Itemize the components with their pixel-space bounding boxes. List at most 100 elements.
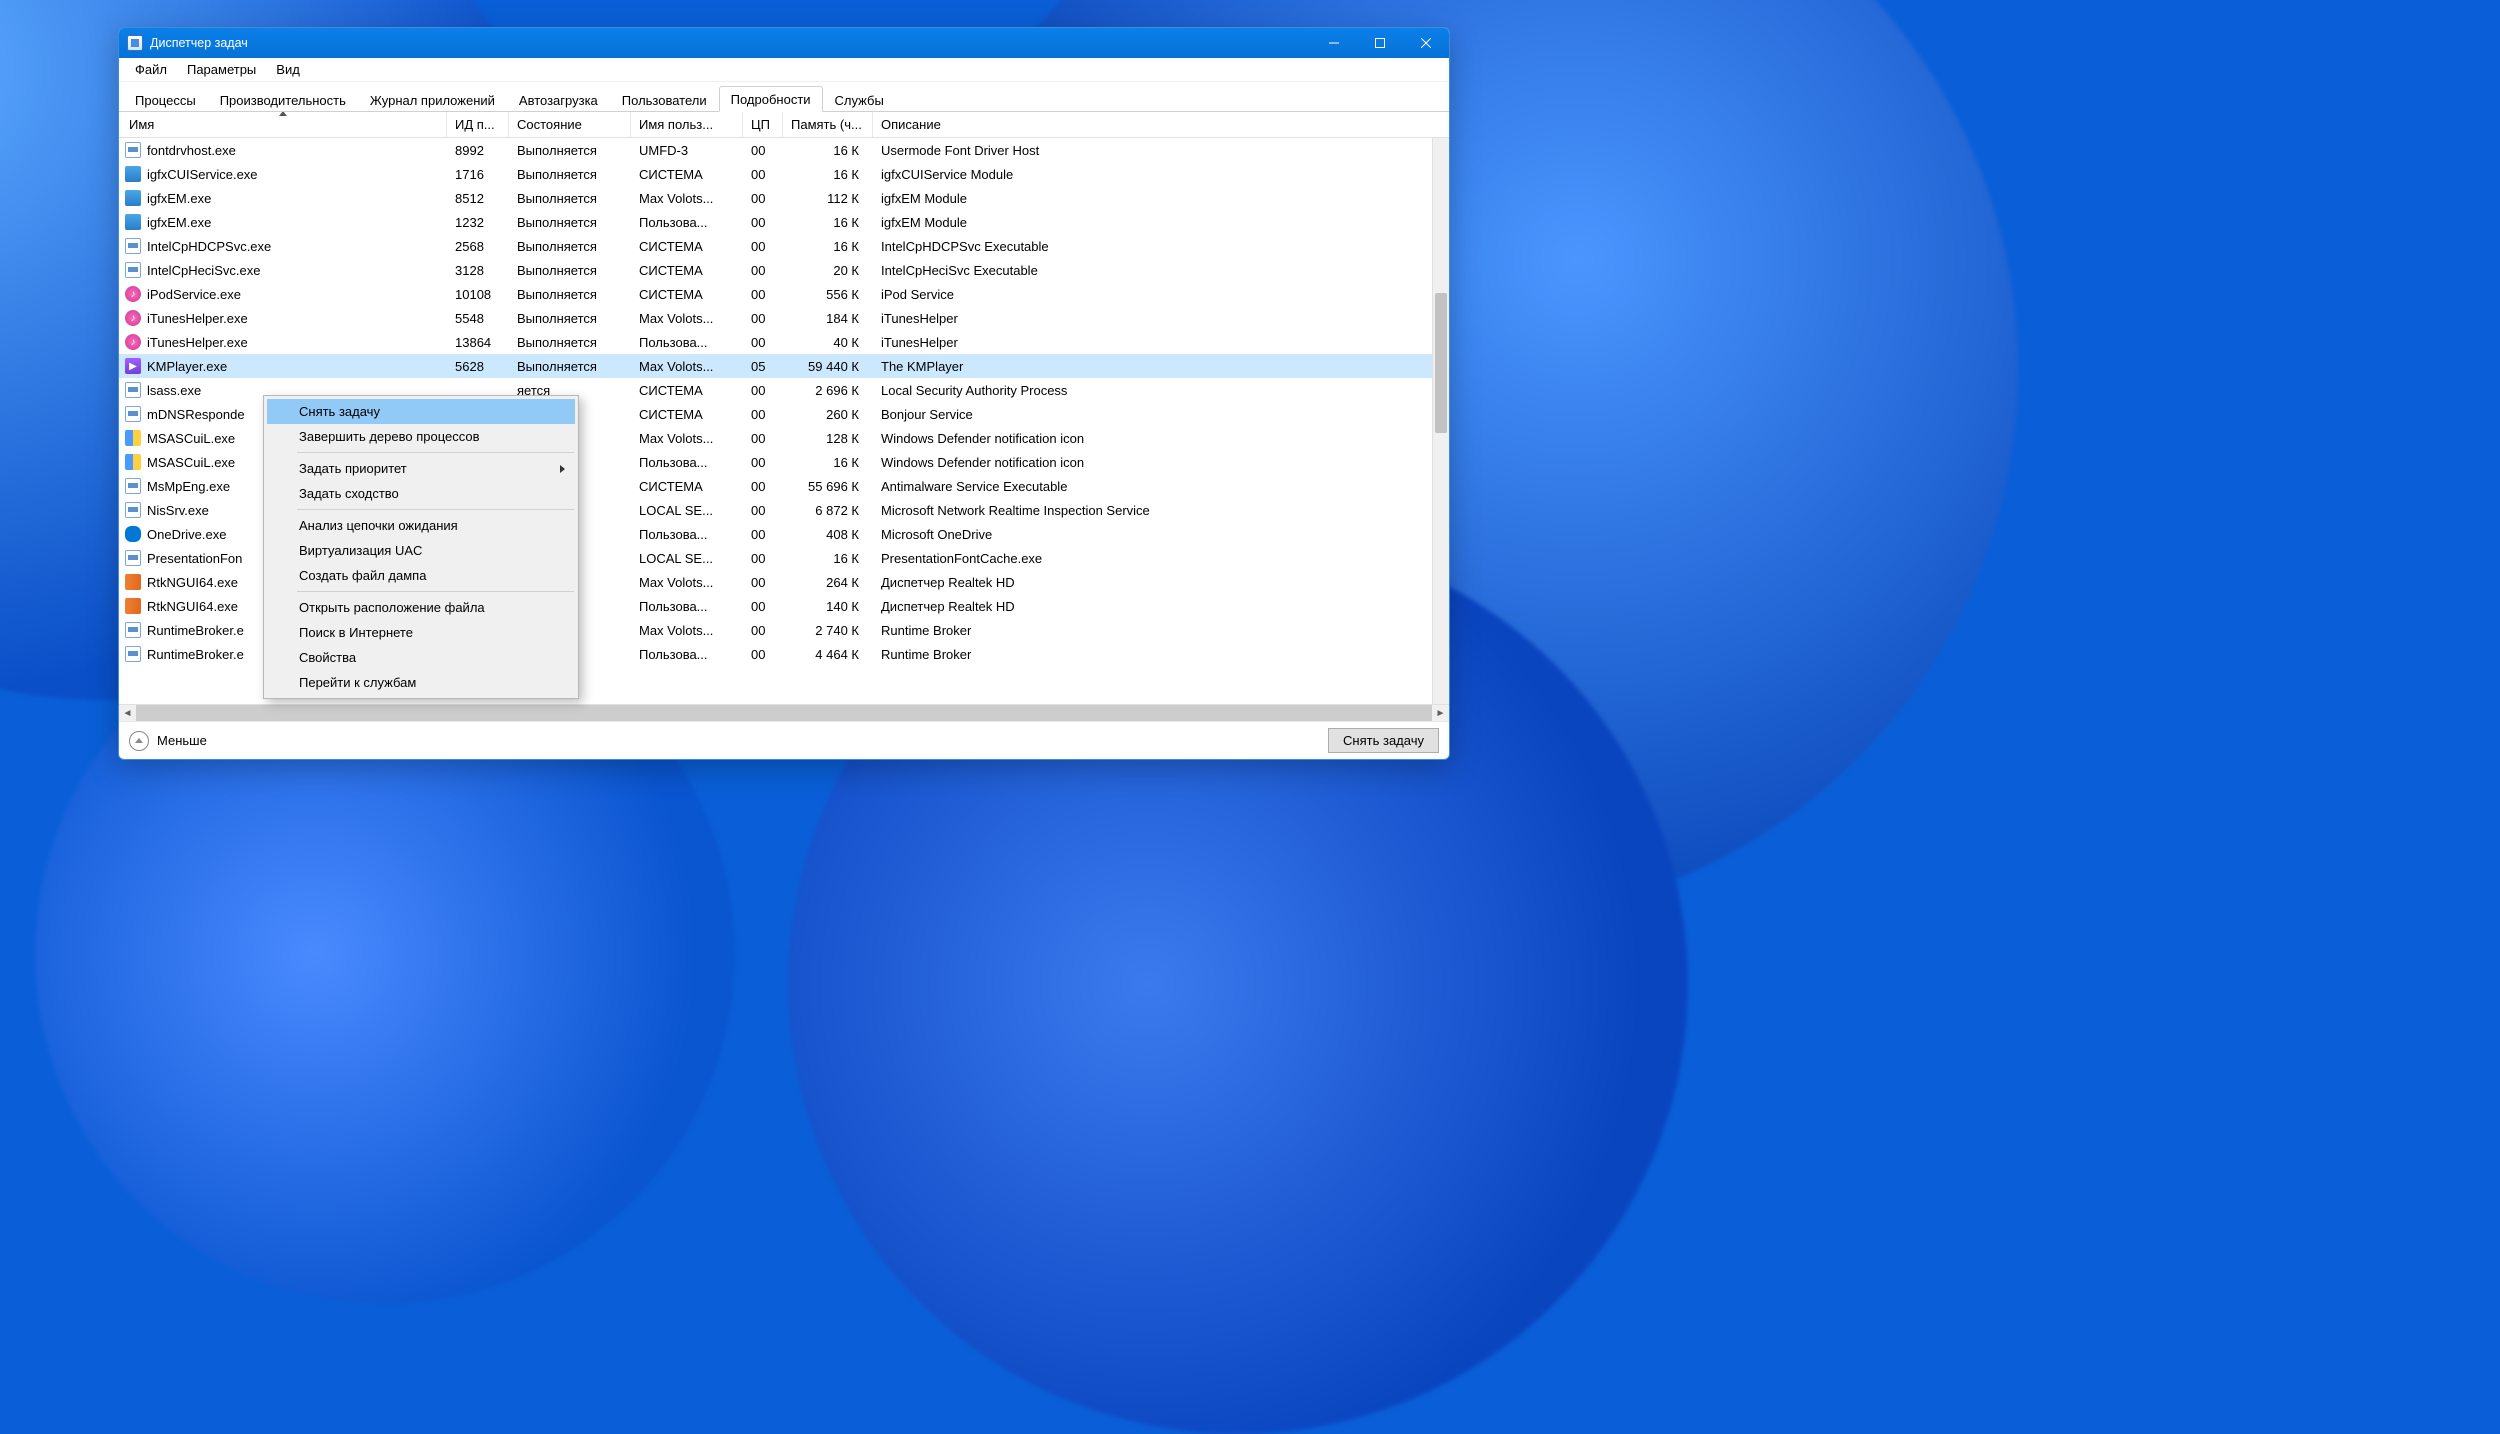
menu-options[interactable]: Параметры [177,60,266,79]
context-menu-item[interactable]: Анализ цепочки ожидания [267,513,575,538]
context-menu-item[interactable]: Открыть расположение файла [267,595,575,620]
process-icon [125,430,141,446]
table-row[interactable]: igfxCUIService.exe1716ВыполняетсяСИСТЕМА… [119,162,1449,186]
cell-cpu: 00 [743,287,783,302]
cell-cpu: 00 [743,431,783,446]
table-row[interactable]: ♪iTunesHelper.exe5548ВыполняетсяMax Volo… [119,306,1449,330]
chevron-up-icon [129,731,149,751]
process-icon: ♪ [125,286,141,302]
cell-memory: 16 К [783,215,873,230]
horizontal-scrollbar[interactable]: ◄ ► [119,704,1449,721]
tab-startup[interactable]: Автозагрузка [507,87,610,112]
process-icon [125,406,141,422]
process-name: igfxEM.exe [147,215,211,230]
cell-description: The KMPlayer [873,359,1449,374]
cell-memory: 16 К [783,455,873,470]
col-header-cpu[interactable]: ЦП [743,112,783,137]
cell-pid: 2568 [447,239,509,254]
table-row[interactable]: ♪iTunesHelper.exe13864ВыполняетсяПользов… [119,330,1449,354]
cell-user: Пользова... [631,527,743,542]
cell-memory: 16 К [783,143,873,158]
cell-description: Local Security Authority Process [873,383,1449,398]
cell-state: Выполняется [509,215,631,230]
col-header-user[interactable]: Имя польз... [631,112,743,137]
process-icon [125,238,141,254]
cell-description: Antimalware Service Executable [873,479,1449,494]
cell-state: Выполняется [509,359,631,374]
tab-app-history[interactable]: Журнал приложений [358,87,507,112]
tab-performance[interactable]: Производительность [208,87,358,112]
table-row[interactable]: IntelCpHDCPSvc.exe2568ВыполняетсяСИСТЕМА… [119,234,1449,258]
cell-cpu: 00 [743,479,783,494]
cell-state: Выполняется [509,335,631,350]
cell-user: Пользова... [631,215,743,230]
col-header-state[interactable]: Состояние [509,112,631,137]
process-name: NisSrv.exe [147,503,209,518]
cell-user: Max Volots... [631,359,743,374]
cell-cpu: 00 [743,335,783,350]
tab-details[interactable]: Подробности [719,86,823,112]
end-task-button[interactable]: Снять задачу [1328,728,1439,753]
context-menu-item[interactable]: Завершить дерево процессов [267,424,575,449]
process-icon [125,190,141,206]
table-row[interactable]: igfxEM.exe8512ВыполняетсяMax Volots...00… [119,186,1449,210]
vertical-scrollbar[interactable] [1432,138,1449,704]
menu-view[interactable]: Вид [266,60,310,79]
cell-memory: 16 К [783,167,873,182]
titlebar[interactable]: Диспетчер задач [119,28,1449,58]
process-name: iTunesHelper.exe [147,335,248,350]
tab-processes[interactable]: Процессы [123,87,208,112]
tab-services[interactable]: Службы [823,87,896,112]
cell-pid: 1716 [447,167,509,182]
cell-cpu: 00 [743,191,783,206]
scroll-right-icon[interactable]: ► [1432,705,1449,722]
process-name: KMPlayer.exe [147,359,227,374]
process-name: fontdrvhost.exe [147,143,236,158]
cell-user: СИСТЕМА [631,479,743,494]
cell-user: UMFD-3 [631,143,743,158]
col-header-description[interactable]: Описание [873,112,1449,137]
table-row[interactable]: igfxEM.exe1232ВыполняетсяПользова...0016… [119,210,1449,234]
fewer-details-button[interactable]: Меньше [125,729,211,753]
context-menu-item[interactable]: Задать приоритет [267,456,575,481]
table-row[interactable]: fontdrvhost.exe8992ВыполняетсяUMFD-30016… [119,138,1449,162]
table-row[interactable]: ▶KMPlayer.exe5628ВыполняетсяMax Volots..… [119,354,1449,378]
context-menu-item[interactable]: Свойства [267,645,575,670]
cell-cpu: 05 [743,359,783,374]
col-header-memory[interactable]: Память (ч... [783,112,873,137]
tab-users[interactable]: Пользователи [610,87,719,112]
table-row[interactable]: IntelCpHeciSvc.exe3128ВыполняетсяСИСТЕМА… [119,258,1449,282]
context-menu-item[interactable]: Снять задачу [267,399,575,424]
hscroll-track[interactable] [136,705,1432,721]
cell-memory: 40 К [783,335,873,350]
cell-memory: 184 К [783,311,873,326]
context-menu-item[interactable]: Задать сходство [267,481,575,506]
minimize-button[interactable] [1311,28,1357,58]
process-name: igfxEM.exe [147,191,211,206]
scroll-left-icon[interactable]: ◄ [119,705,136,722]
context-menu-item[interactable]: Виртуализация UAC [267,538,575,563]
cell-user: Пользова... [631,647,743,662]
cell-user: Max Volots... [631,431,743,446]
cell-state: Выполняется [509,311,631,326]
process-icon [125,526,141,542]
cell-description: IntelCpHeciSvc Executable [873,263,1449,278]
context-menu-item[interactable]: Создать файл дампа [267,563,575,588]
cell-user: Max Volots... [631,575,743,590]
cell-cpu: 00 [743,215,783,230]
menu-file[interactable]: Файл [125,60,177,79]
context-menu-item[interactable]: Поиск в Интернете [267,620,575,645]
cell-description: Microsoft Network Realtime Inspection Se… [873,503,1449,518]
cell-cpu: 00 [743,263,783,278]
scrollbar-thumb[interactable] [1435,293,1447,433]
close-button[interactable] [1403,28,1449,58]
table-row[interactable]: ♪iPodService.exe10108ВыполняетсяСИСТЕМА0… [119,282,1449,306]
cell-cpu: 00 [743,383,783,398]
col-header-name[interactable]: Имя [119,112,447,137]
maximize-button[interactable] [1357,28,1403,58]
col-header-pid[interactable]: ИД п... [447,112,509,137]
cell-cpu: 00 [743,167,783,182]
process-name: RtkNGUI64.exe [147,575,238,590]
cell-user: LOCAL SE... [631,503,743,518]
context-menu-item[interactable]: Перейти к службам [267,670,575,695]
